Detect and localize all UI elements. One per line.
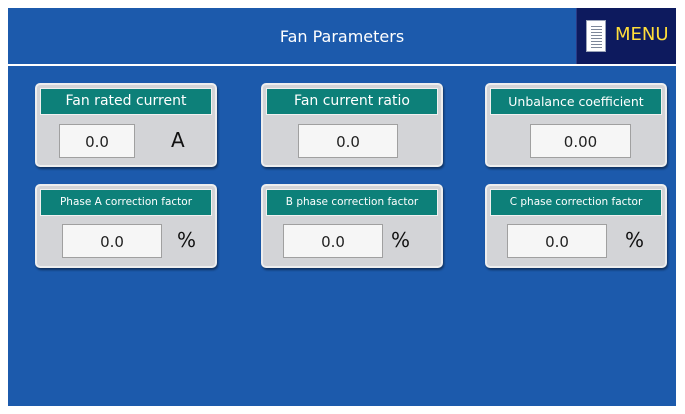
panel-fan-current-ratio: Fan current ratio 0.0: [261, 83, 443, 167]
unit-label: %: [391, 228, 411, 252]
hmi-screen: Fan Parameters MENU Fan rated current 0.…: [8, 8, 676, 406]
panel-title: Unbalance coefficient: [490, 88, 662, 115]
phase-b-correction-input[interactable]: 0.0: [283, 224, 383, 258]
panel-phase-c-correction: C phase correction factor 0.0 %: [485, 184, 667, 268]
unit-label: A: [171, 128, 185, 152]
panel-title: Phase A correction factor: [40, 189, 212, 216]
menu-button[interactable]: MENU: [576, 8, 676, 64]
panel-title: B phase correction factor: [266, 189, 438, 216]
fan-rated-current-input[interactable]: 0.0: [59, 124, 135, 158]
header-bar: Fan Parameters MENU: [8, 8, 676, 66]
fan-current-ratio-input[interactable]: 0.0: [298, 124, 398, 158]
unit-label: %: [177, 228, 197, 252]
panel-fan-rated-current: Fan rated current 0.0 A: [35, 83, 217, 167]
menu-button-label: MENU: [615, 24, 669, 45]
panel-phase-a-correction: Phase A correction factor 0.0 %: [35, 184, 217, 268]
phase-a-correction-input[interactable]: 0.0: [62, 224, 162, 258]
panel-phase-b-correction: B phase correction factor 0.0 %: [261, 184, 443, 268]
unit-label: %: [625, 228, 645, 252]
phase-c-correction-input[interactable]: 0.0: [507, 224, 607, 258]
panel-title: C phase correction factor: [490, 189, 662, 216]
panel-unbalance-coefficient: Unbalance coefficient 0.00: [485, 83, 667, 167]
document-icon: [586, 20, 606, 52]
unbalance-coefficient-input[interactable]: 0.00: [530, 124, 631, 158]
panel-title: Fan current ratio: [266, 88, 438, 115]
panel-title: Fan rated current: [40, 88, 212, 115]
